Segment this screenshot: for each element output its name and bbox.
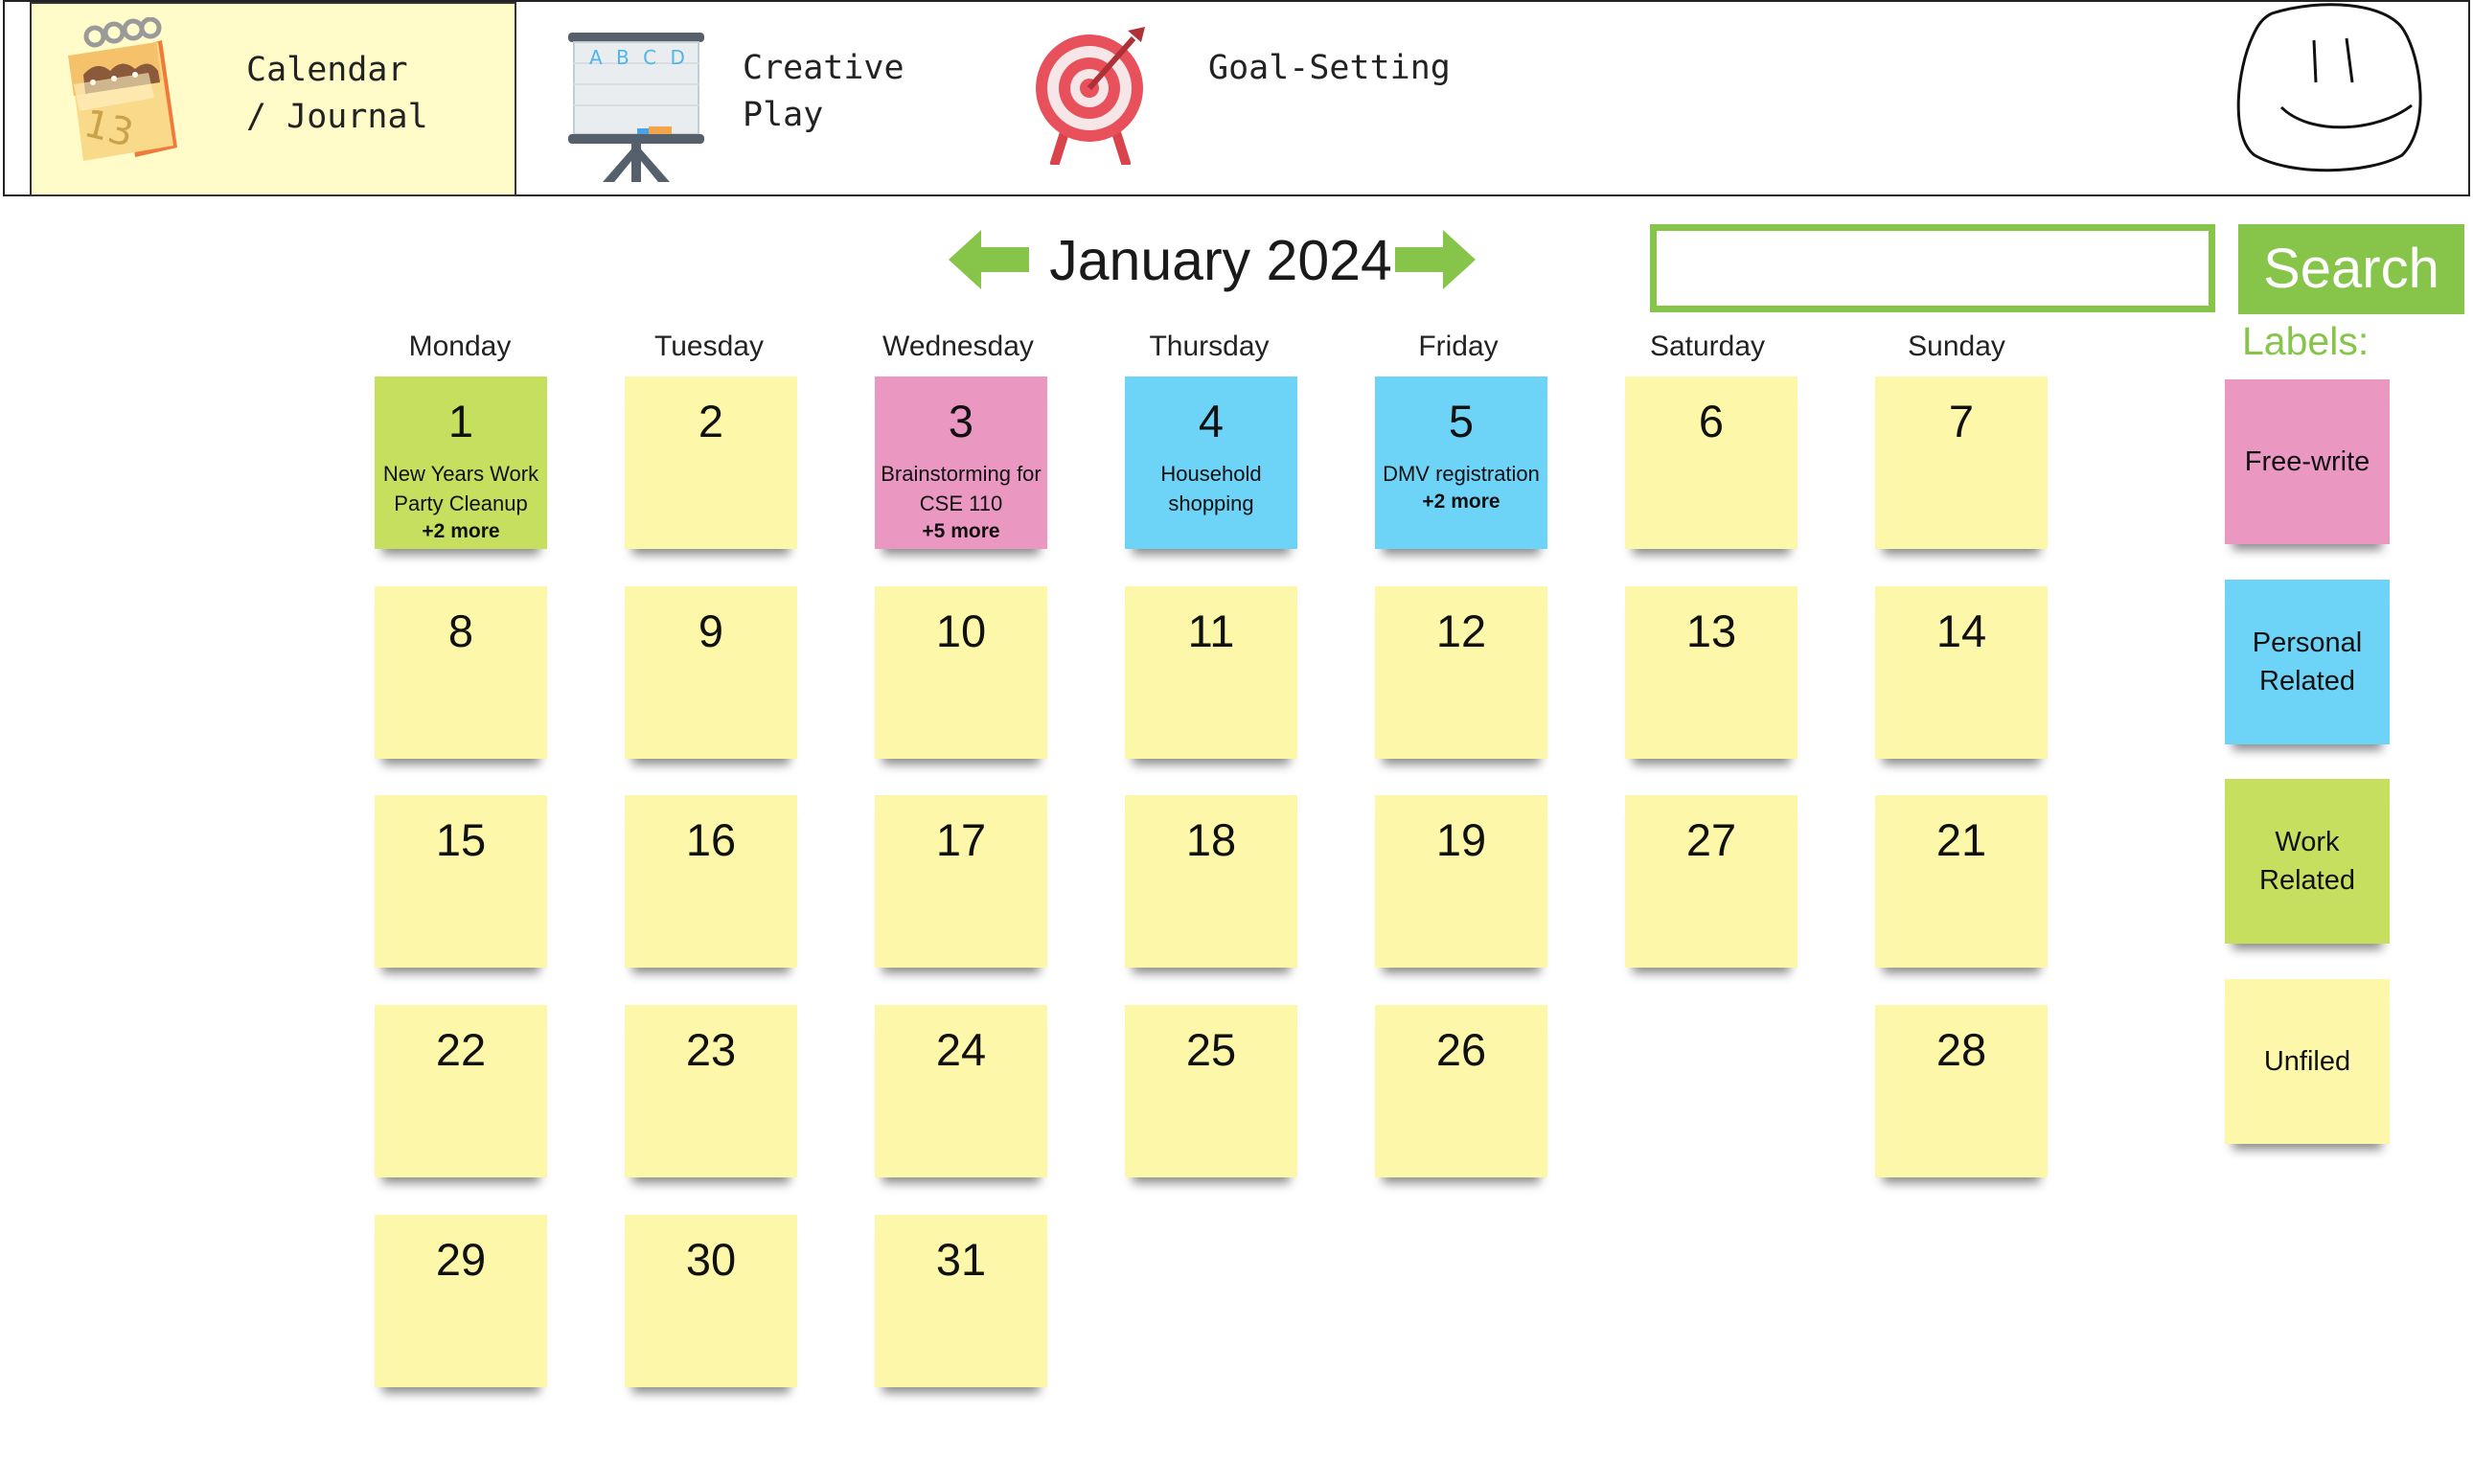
day-cell[interactable]: 17: [875, 795, 1047, 968]
day-cell[interactable]: 15: [375, 795, 547, 968]
day-cell[interactable]: 19: [1375, 795, 1547, 968]
day-cell[interactable]: 3 Brainstorming for CSE 110 +5 more: [875, 377, 1047, 549]
day-number: 1: [447, 396, 474, 446]
day-number: 21: [1935, 814, 1987, 865]
day-cell[interactable]: 14: [1875, 586, 2048, 759]
day-number: 4: [1198, 396, 1225, 446]
day-cell[interactable]: 29: [375, 1215, 547, 1387]
day-cell[interactable]: 6: [1625, 377, 1798, 549]
next-month-arrow-icon[interactable]: [1395, 230, 1476, 293]
label-work-related[interactable]: Work Related: [2225, 779, 2390, 944]
nav-label-goal-setting: Goal-Setting: [1208, 49, 1451, 87]
search-input[interactable]: [1650, 224, 2215, 312]
day-cell[interactable]: 16: [625, 795, 797, 968]
label-free-write[interactable]: Free-write: [2225, 379, 2390, 544]
label-personal-related[interactable]: Personal Related: [2225, 580, 2390, 744]
day-number: 18: [1185, 814, 1237, 865]
day-cell[interactable]: 4 Household shopping: [1125, 377, 1297, 549]
day-cell[interactable]: 27: [1625, 795, 1798, 968]
day-number: 3: [948, 396, 974, 446]
day-cell[interactable]: 1 New Years Work Party Cleanup +2 more: [375, 377, 547, 549]
day-number: 15: [435, 814, 487, 865]
nav-item-creative-play[interactable]: A B C D Creative Play: [541, 2, 982, 198]
day-cell[interactable]: 10: [875, 586, 1047, 759]
day-cell[interactable]: 28: [1875, 1005, 2048, 1177]
day-number: 5: [1448, 396, 1475, 446]
event-text: New Years Work Party Cleanup: [382, 462, 539, 515]
month-title: January 2024: [1049, 229, 1392, 292]
day-number: 10: [935, 605, 987, 656]
day-number: 26: [1435, 1024, 1487, 1075]
day-number: 22: [435, 1024, 487, 1075]
more-events-link[interactable]: +2 more: [1375, 489, 1547, 515]
day-number: 29: [435, 1234, 487, 1285]
day-cell[interactable]: 25: [1125, 1005, 1297, 1177]
weekday-header: Monday: [408, 331, 512, 362]
weekday-header: Thursday: [1149, 331, 1270, 362]
event-text: Household shopping: [1160, 462, 1262, 515]
nav-label-creative-play: Creative Play: [743, 49, 904, 134]
smiley-doodle-icon[interactable]: [2233, 2, 2425, 178]
day-cell[interactable]: 24: [875, 1005, 1047, 1177]
day-number: 28: [1935, 1024, 1987, 1075]
day-number: 25: [1185, 1024, 1237, 1075]
day-number: 30: [685, 1234, 737, 1285]
day-cell[interactable]: 11: [1125, 586, 1297, 759]
nav-item-calendar-journal[interactable]: 13 Calendar / Journal: [30, 2, 516, 196]
day-cell[interactable]: 5 DMV registration +2 more: [1375, 377, 1547, 549]
target-icon: [1034, 21, 1158, 169]
day-number: 19: [1435, 814, 1487, 865]
day-number: 14: [1935, 605, 1987, 656]
day-number: 9: [698, 605, 724, 656]
day-cell[interactable]: 18: [1125, 795, 1297, 968]
easel-letters: A B C D: [589, 46, 689, 69]
nav-item-goal-setting[interactable]: Goal-Setting: [1020, 2, 1519, 198]
day-cell[interactable]: 13: [1625, 586, 1798, 759]
weekday-header: Sunday: [1908, 331, 2005, 362]
day-cell[interactable]: 23: [625, 1005, 797, 1177]
day-cell[interactable]: 21: [1875, 795, 2048, 968]
day-cell[interactable]: 7: [1875, 377, 2048, 549]
prev-month-arrow-icon[interactable]: [949, 230, 1029, 293]
event-text: DMV registration: [1383, 462, 1540, 486]
day-cell[interactable]: 8: [375, 586, 547, 759]
day-number: 13: [1685, 605, 1737, 656]
more-events-link[interactable]: +5 more: [875, 518, 1047, 545]
day-cell[interactable]: 30: [625, 1215, 797, 1387]
day-number: 7: [1948, 396, 1975, 446]
day-number: 23: [685, 1024, 737, 1075]
nav-label-calendar-journal: Calendar / Journal: [246, 51, 428, 136]
day-cell[interactable]: 31: [875, 1215, 1047, 1387]
day-number: 31: [935, 1234, 987, 1285]
weekday-header: Friday: [1418, 331, 1499, 362]
day-cell[interactable]: 12: [1375, 586, 1547, 759]
day-number: 24: [935, 1024, 987, 1075]
day-cell[interactable]: 2: [625, 377, 797, 549]
day-cell[interactable]: 26: [1375, 1005, 1547, 1177]
calendar-icon: 13: [55, 16, 179, 174]
weekday-header: Tuesday: [654, 331, 764, 362]
day-cell[interactable]: 9: [625, 586, 797, 759]
event-text: Brainstorming for CSE 110: [881, 462, 1042, 515]
day-number: 12: [1435, 605, 1487, 656]
day-number: 16: [685, 814, 737, 865]
day-number: 27: [1685, 814, 1737, 865]
more-events-link[interactable]: +2 more: [375, 518, 547, 545]
search-button[interactable]: Search: [2238, 224, 2464, 314]
day-number: 8: [447, 605, 474, 656]
labels-heading: Labels:: [2242, 319, 2370, 363]
day-number: 2: [698, 396, 724, 446]
day-number: 11: [1187, 605, 1235, 656]
weekday-header: Saturday: [1649, 331, 1766, 362]
day-number: 6: [1698, 396, 1725, 446]
day-number: 17: [935, 814, 987, 865]
day-cell[interactable]: 22: [375, 1005, 547, 1177]
top-nav-bar: 13 Calendar / Journal A B C D Creative P…: [3, 0, 2470, 196]
label-unfiled[interactable]: Unfiled: [2225, 979, 2390, 1144]
weekday-header: Wednesday: [882, 331, 1034, 362]
